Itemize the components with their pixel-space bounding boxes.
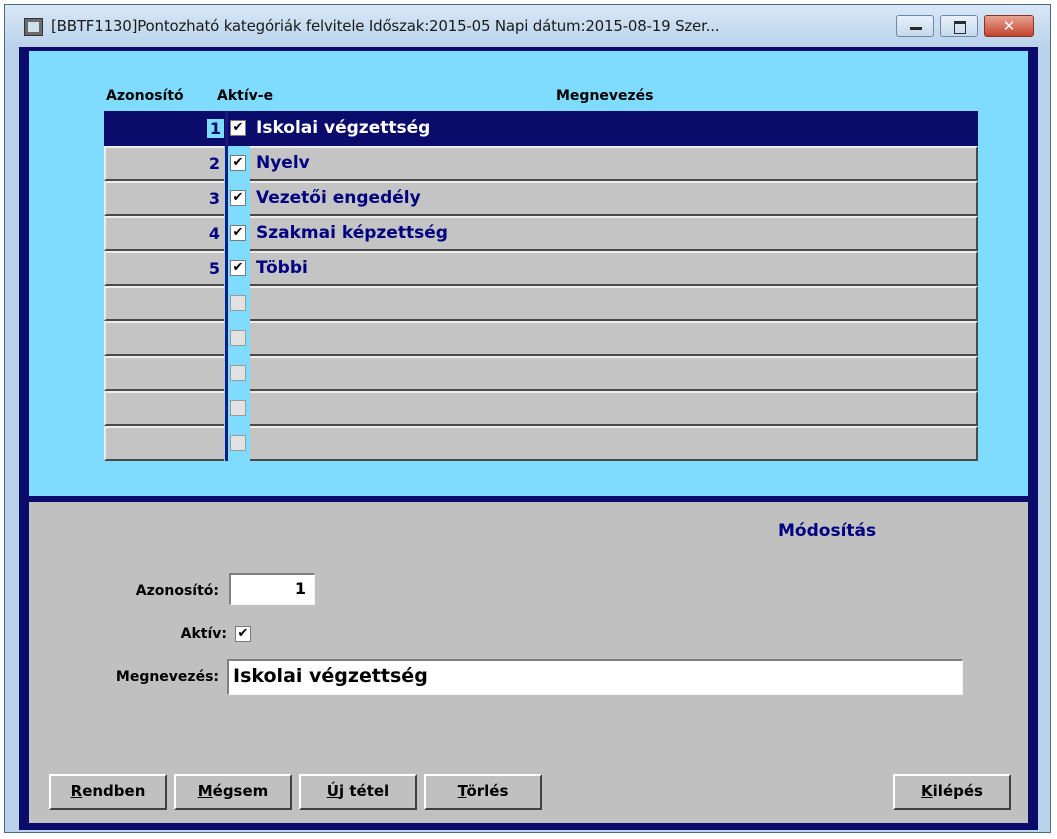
row-name-cell[interactable] — [250, 356, 978, 391]
row-name-cell[interactable] — [250, 286, 978, 321]
row-id-cell[interactable]: 5 — [104, 251, 224, 286]
row-id-cell[interactable]: 4 — [104, 216, 224, 251]
row-active-checkbox[interactable]: ✔ — [230, 225, 246, 241]
row-separator — [225, 321, 228, 356]
new-item-button[interactable]: Új tétel — [299, 774, 417, 810]
category-table: 1 ✔ Iskolai végzettség 2 ✔ Nyelv 3 ✔ Vezetői eng… — [104, 111, 978, 461]
row-name-cell[interactable] — [250, 321, 978, 356]
row-separator — [225, 216, 228, 251]
mode-label: Módosítás — [778, 521, 877, 541]
column-header-name: Megnevezés — [556, 88, 654, 104]
row-id-cell[interactable] — [104, 356, 224, 391]
close-button[interactable]: ✕ — [984, 15, 1034, 37]
row-id-text: 1 — [206, 119, 224, 138]
row-id-cell[interactable] — [104, 286, 224, 321]
row-separator — [225, 111, 228, 146]
row-id-text — [220, 399, 224, 418]
table-row[interactable]: 2 ✔ Nyelv — [104, 146, 978, 181]
exit-button[interactable]: Kilépés — [893, 774, 1011, 810]
row-id-cell[interactable] — [104, 321, 224, 356]
row-active-checkbox[interactable]: ✔ — [230, 155, 246, 171]
edit-panel: Módosítás Azonosító: 1 Aktív: ✔ Megnevez… — [29, 502, 1028, 823]
active-checkbox[interactable]: ✔ — [235, 626, 251, 642]
row-id-text — [220, 329, 224, 348]
table-row[interactable] — [104, 356, 978, 391]
maximize-button[interactable] — [940, 15, 978, 37]
row-separator — [225, 391, 228, 426]
row-name-cell[interactable]: Iskolai végzettség — [250, 111, 978, 146]
client-area: Azonosító Aktív-e Megnevezés 1 ✔ Iskolai v… — [19, 47, 1038, 830]
active-label: Aktív: — [180, 626, 227, 642]
row-active-checkbox[interactable] — [230, 330, 246, 346]
row-id-text: 4 — [208, 224, 220, 243]
application-window: [BBTF1130]Pontozható kategóriák felvitel… — [4, 4, 1051, 833]
row-active-checkbox[interactable] — [230, 295, 246, 311]
row-name-cell[interactable]: Szakmai képzettség — [250, 216, 978, 251]
table-row[interactable] — [104, 426, 978, 461]
row-separator — [225, 356, 228, 391]
table-row[interactable] — [104, 321, 978, 356]
row-id-text: 2 — [208, 154, 220, 173]
row-id-text — [220, 434, 224, 453]
row-name-cell[interactable] — [250, 426, 978, 461]
row-active-checkbox[interactable] — [230, 435, 246, 451]
row-active-checkbox[interactable] — [230, 365, 246, 381]
row-id-cell[interactable]: 2 — [104, 146, 224, 181]
ok-button[interactable]: Rendben — [49, 774, 167, 810]
window-title: [BBTF1130]Pontozható kategóriák felvitel… — [51, 17, 720, 35]
delete-button[interactable]: Törlés — [424, 774, 542, 810]
name-label: Megnevezés: — [115, 669, 219, 685]
row-separator — [225, 146, 228, 181]
title-bar[interactable]: [BBTF1130]Pontozható kategóriák felvitel… — [5, 5, 1050, 45]
id-label: Azonosító: — [135, 583, 219, 599]
table-row[interactable] — [104, 286, 978, 321]
id-field[interactable]: 1 — [229, 573, 315, 605]
minimize-button[interactable] — [896, 15, 934, 37]
row-name-cell[interactable]: Többi — [250, 251, 978, 286]
app-icon[interactable] — [24, 18, 43, 36]
row-name-cell[interactable]: Vezetői engedély — [250, 181, 978, 216]
table-row[interactable]: 4 ✔ Szakmai képzettség — [104, 216, 978, 251]
row-id-cell[interactable]: 1 — [104, 111, 224, 146]
table-row[interactable]: 3 ✔ Vezetői engedély — [104, 181, 978, 216]
row-active-checkbox[interactable]: ✔ — [230, 190, 246, 206]
row-name-cell[interactable] — [250, 391, 978, 426]
row-id-cell[interactable] — [104, 391, 224, 426]
category-list-panel: Azonosító Aktív-e Megnevezés 1 ✔ Iskolai v… — [29, 51, 1028, 496]
column-header-id: Azonosító — [106, 88, 184, 104]
table-row[interactable]: 1 ✔ Iskolai végzettség — [104, 111, 978, 146]
row-active-checkbox[interactable]: ✔ — [230, 260, 246, 276]
row-name-cell[interactable]: Nyelv — [250, 146, 978, 181]
table-row[interactable] — [104, 391, 978, 426]
row-separator — [225, 286, 228, 321]
column-header-active: Aktív-e — [217, 88, 274, 104]
row-active-checkbox[interactable] — [230, 400, 246, 416]
name-field[interactable]: Iskolai végzettség — [227, 659, 963, 695]
row-id-text — [220, 294, 224, 313]
table-row[interactable]: 5 ✔ Többi — [104, 251, 978, 286]
row-id-cell[interactable] — [104, 426, 224, 461]
row-id-text: 5 — [208, 259, 220, 278]
cancel-button[interactable]: Mégsem — [174, 774, 292, 810]
row-id-cell[interactable]: 3 — [104, 181, 224, 216]
row-id-text: 3 — [208, 189, 220, 208]
row-separator — [225, 426, 228, 461]
row-separator — [225, 181, 228, 216]
row-id-text — [220, 364, 224, 383]
close-icon: ✕ — [1002, 17, 1016, 35]
row-separator — [225, 251, 228, 286]
row-active-checkbox[interactable]: ✔ — [230, 120, 246, 136]
